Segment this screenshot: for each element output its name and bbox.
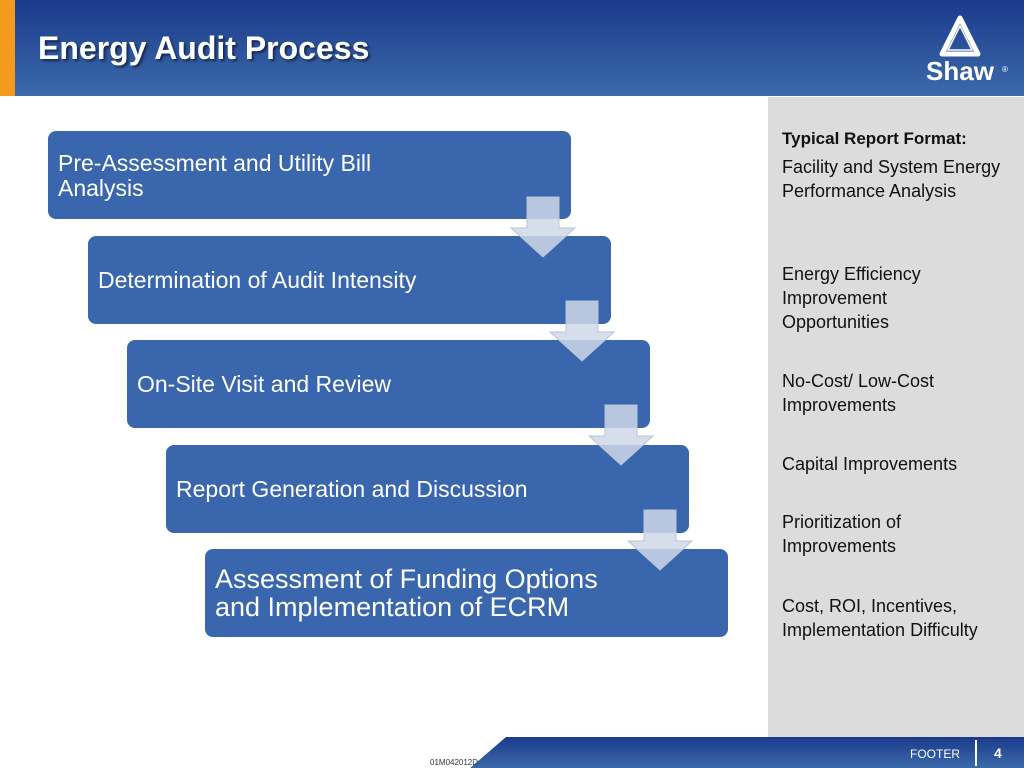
footer-label: FOOTER [910,747,960,761]
svg-text:Shaw: Shaw [926,56,995,86]
down-arrow-icon [588,404,654,466]
panel-item: Prioritization of Improvements [782,512,902,556]
process-step-1: Pre-Assessment and Utility Bill Analysis [48,131,571,219]
page-number: 4 [994,745,1002,761]
down-arrow-icon [510,196,576,258]
page-title: Energy Audit Process [38,30,370,66]
panel-item: No-Cost/ Low-Cost Improvements [782,371,935,415]
panel-item: Capital Improvements [782,454,958,474]
svg-text:®: ® [1002,65,1008,74]
shaw-logo: Shaw ® [926,15,1008,86]
panel-item: Cost, ROI, Incentives, Implementation Di… [782,596,978,640]
accent-strip [0,0,15,96]
document-code: 01M042012D [430,758,479,767]
down-arrow-icon [549,300,615,362]
footer-divider [975,740,977,766]
panel-item: Facility and System Energy Performance A… [782,157,1001,201]
down-arrow-icon [627,509,693,571]
panel-heading: Typical Report Format: [782,129,967,148]
panel-item: Energy Efficiency Improvement Opportunit… [782,264,921,332]
